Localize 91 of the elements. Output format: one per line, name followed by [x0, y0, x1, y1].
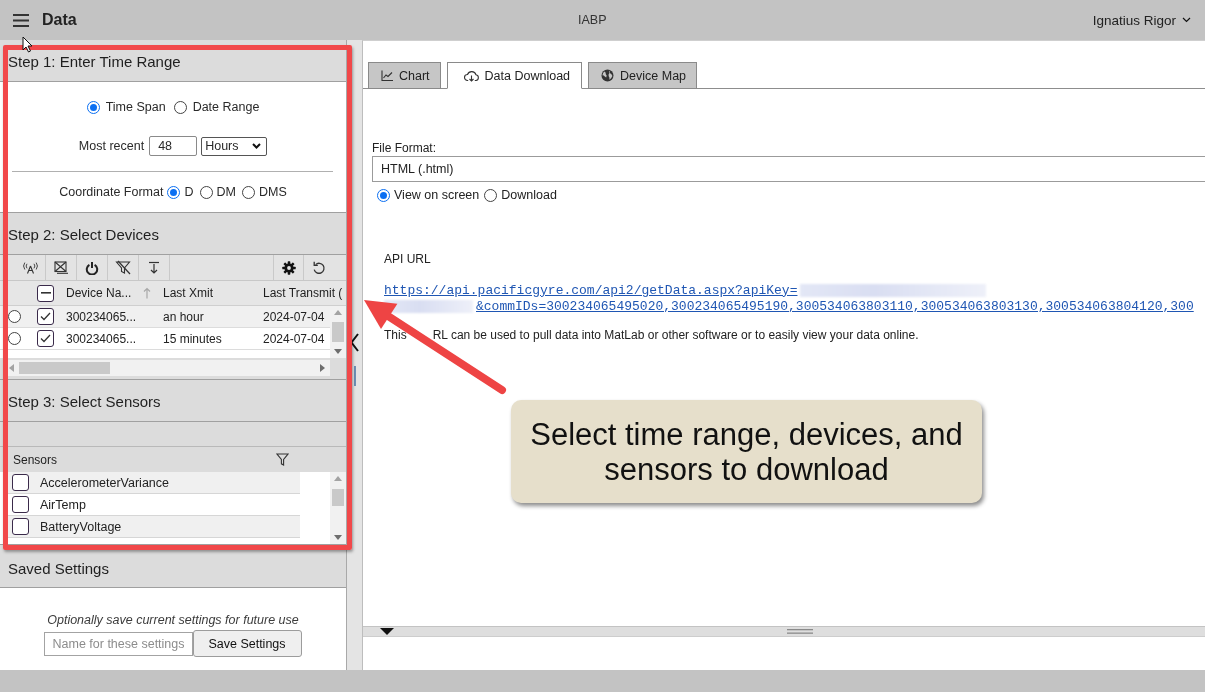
table-cell-text: 2024-07-04 — [262, 308, 326, 326]
sensor-row[interactable]: AirTemp — [6, 494, 300, 516]
sensor-label: AccelerometerVariance — [40, 475, 169, 490]
table-cell-text: an hour — [162, 308, 205, 326]
number-input[interactable]: 48 — [149, 136, 198, 156]
checkbox[interactable] — [37, 284, 54, 302]
checkbox[interactable] — [37, 330, 54, 347]
horizontal-scrollbar[interactable] — [6, 360, 330, 376]
hint-text: Optionally save current settings for future use — [47, 612, 299, 628]
unit-select[interactable]: Hours — [201, 136, 268, 156]
radio-button[interactable] — [167, 185, 181, 199]
chevron-down-icon[interactable] — [252, 143, 262, 149]
callout-note: Select time range, devices, and sensors to download — [511, 400, 982, 503]
name-input-field[interactable]: Name for these settings — [43, 631, 193, 656]
chevron-down-icon[interactable] — [1182, 17, 1191, 23]
radio-label: DMS — [258, 185, 287, 199]
table-cell-text: 15 minutes — [162, 330, 223, 348]
sensor-row[interactable]: BatteryVoltage — [6, 516, 300, 538]
field-label: File Format: — [372, 141, 437, 156]
filter-off-icon[interactable] — [115, 260, 131, 275]
scrollbar-thumb[interactable] — [332, 322, 344, 342]
scrollbar-thumb[interactable] — [332, 489, 344, 506]
app-name: IABP — [578, 13, 607, 27]
checkmark-icon — [40, 334, 51, 343]
triangle-down-icon[interactable] — [380, 628, 394, 635]
tab[interactable]: Chart — [368, 62, 441, 89]
radio-button[interactable] — [86, 100, 100, 114]
radio-button[interactable] — [241, 185, 255, 199]
column-header[interactable]: Device Na... — [66, 286, 132, 300]
crossed-box-icon[interactable] — [54, 261, 68, 274]
sensor-label: BatteryVoltage — [40, 519, 122, 534]
tab[interactable]: Data Download — [446, 62, 583, 89]
column-header[interactable]: Last Transmit ( — [263, 286, 343, 300]
tab[interactable]: Device Map — [588, 62, 698, 89]
cloud-download-icon — [463, 69, 479, 82]
menu-icon[interactable] — [13, 13, 29, 27]
radio-button[interactable] — [199, 185, 213, 199]
radio-button[interactable] — [173, 100, 187, 114]
sensor-label: AirTemp — [40, 497, 86, 512]
settings-icon[interactable] — [281, 260, 296, 275]
splitter-handle[interactable] — [353, 366, 356, 386]
radio-label: D — [184, 185, 194, 199]
table-cell-text: 300234065... — [65, 308, 138, 326]
section-label: API URL — [384, 252, 432, 267]
arrow-down-icon[interactable] — [148, 261, 160, 274]
mouse-pointer-icon — [22, 36, 33, 53]
line-chart-icon — [381, 70, 393, 81]
note-text: RL can be used to pull data into MatLab or other software or to easily view your data online. — [432, 328, 919, 342]
checkbox[interactable] — [12, 518, 29, 535]
table-cell-text: 2024-07-04 — [262, 330, 326, 348]
radio-button[interactable] — [8, 310, 21, 323]
field-label: Coordinate Format — [59, 185, 164, 199]
checkbox[interactable] — [12, 496, 29, 513]
format-select[interactable]: HTML (.html) — [372, 156, 1205, 182]
vertical-scrollbar[interactable] — [330, 472, 346, 544]
radio-label: Download — [501, 188, 557, 202]
radio-button[interactable] — [8, 332, 21, 345]
radio-button[interactable] — [377, 188, 390, 202]
sensor-row[interactable]: AccelerometerVariance — [6, 472, 300, 494]
antenna-icon[interactable] — [21, 261, 39, 274]
radio-label: View on screen — [394, 188, 480, 202]
column-header[interactable]: Last Xmit — [163, 286, 213, 300]
table-cell-text: 300234065... — [65, 330, 138, 348]
page-title: Data — [42, 11, 77, 29]
api-link[interactable]: &commIDs=300234065495020,300234065495190,300534063803110,300534063803130,300534063804120,300 — [476, 298, 1194, 314]
save-button[interactable]: Save Settings — [192, 630, 302, 657]
table-row[interactable]: 300234065... 15 minutes 2024-07-04 — [0, 328, 330, 350]
scroll-right-icon[interactable] — [320, 364, 325, 372]
user-menu[interactable]: Ignatius Rigor — [1092, 12, 1191, 28]
table-row[interactable]: 300234065... an hour 2024-07-04 — [0, 306, 330, 328]
checkmark-icon — [40, 312, 51, 321]
vertical-scrollbar[interactable] — [330, 306, 346, 358]
api-link[interactable]: https://api.pacificgyre.com/api2/getData.aspx?apiKey= — [384, 282, 798, 298]
field-label: Most recent — [78, 139, 145, 153]
note-text: This — [384, 328, 407, 342]
checkbox[interactable] — [37, 308, 54, 325]
radio-button[interactable] — [484, 188, 498, 202]
power-icon[interactable] — [85, 260, 99, 275]
checkbox[interactable] — [12, 474, 29, 491]
filter-icon[interactable] — [276, 453, 289, 466]
radio-label: Date Range — [192, 100, 260, 114]
column-header[interactable]: Sensors — [13, 452, 58, 467]
radio-label: DM — [216, 185, 236, 199]
dash-icon — [40, 292, 51, 294]
scrollbar-thumb[interactable] — [19, 362, 110, 374]
scroll-down-icon[interactable] — [334, 535, 342, 540]
radio-label: Time Span — [105, 100, 166, 114]
scroll-down-icon[interactable] — [334, 349, 342, 354]
grip-icon[interactable] — [787, 629, 813, 634]
reset-icon[interactable] — [311, 260, 326, 275]
globe-icon — [601, 69, 615, 82]
